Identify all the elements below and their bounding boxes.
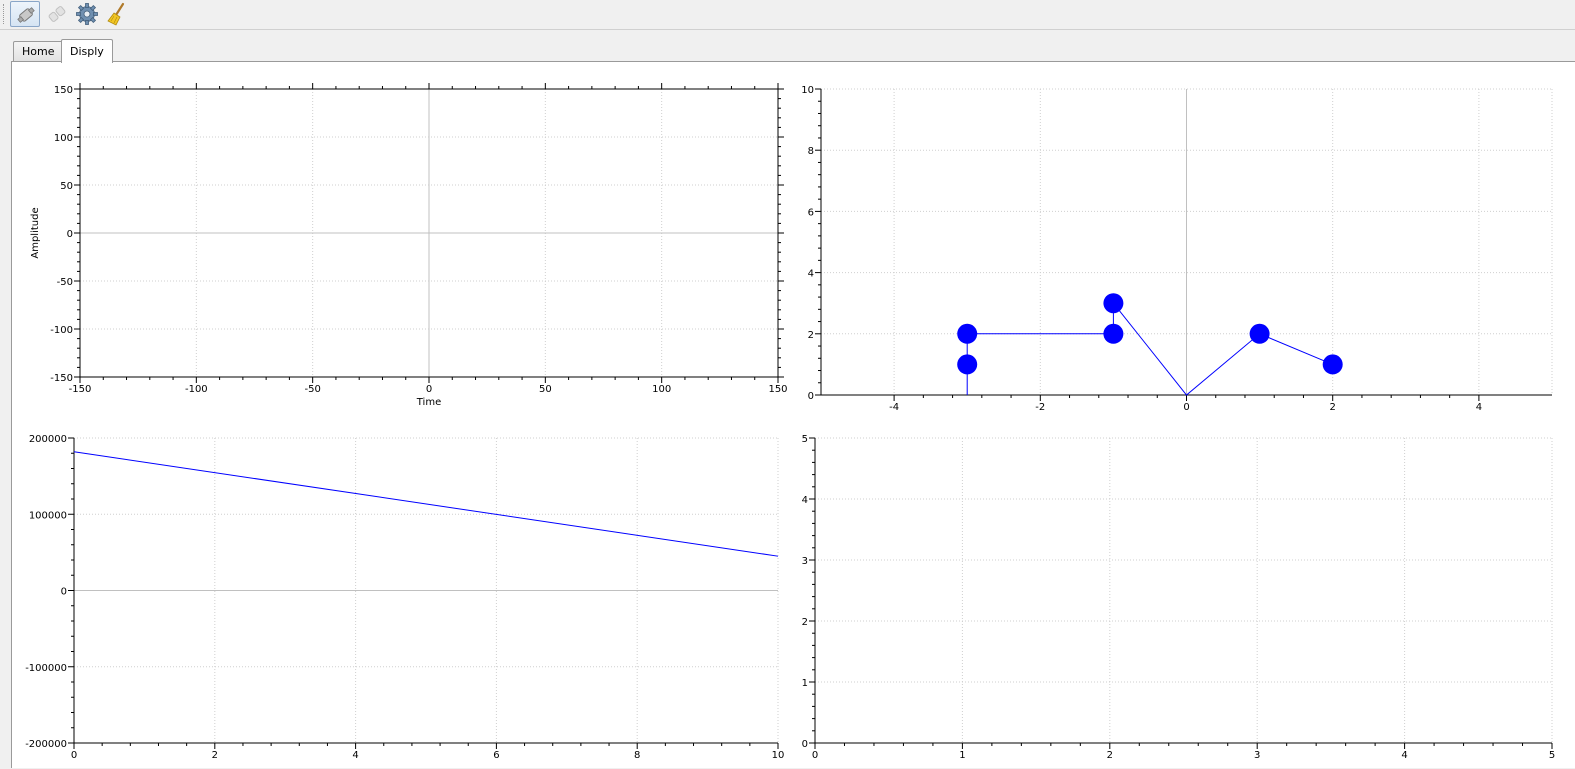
connect-icon [17,7,35,23]
x-tick-label: 1 [959,750,965,761]
y-tick-label: 0 [802,739,808,750]
tab-bar: Home Disply [0,30,1575,63]
clear-broom-icon [107,2,125,26]
y-tick-label: 3 [802,556,808,567]
main-toolbar [0,0,1575,30]
tab-home[interactable]: Home [13,41,64,61]
x-tick-label: 4 [1401,750,1407,761]
disconnect-button[interactable] [42,1,72,27]
tab-disply[interactable]: Disply [61,39,113,63]
disconnect-icon [48,6,66,22]
x-tick-label: 5 [1549,750,1555,761]
y-tick-label: 1 [802,678,808,689]
x-tick-label: 2 [1107,750,1113,761]
y-tick-label: 2 [802,617,808,628]
y-tick-label: 4 [802,495,808,506]
tab-home-label: Home [22,45,55,58]
y-tick-label: 5 [802,434,808,445]
x-tick-label: 3 [1254,750,1260,761]
tab-disply-label: Disply [70,45,104,58]
clear-button[interactable] [102,1,132,27]
connect-button[interactable] [10,1,40,27]
settings-button[interactable] [72,1,102,27]
x-tick-label: 0 [812,750,818,761]
empty-plot[interactable]: 0 1 2 3 4 5 0 1 2 3 4 5 [12,62,1575,769]
toolbar-grip[interactable] [3,4,6,24]
settings-gear-icon [76,3,98,25]
display-panel: -150 -100 -50 0 50 100 150 -150 -100 -50 0 50 100 150… [11,61,1575,768]
